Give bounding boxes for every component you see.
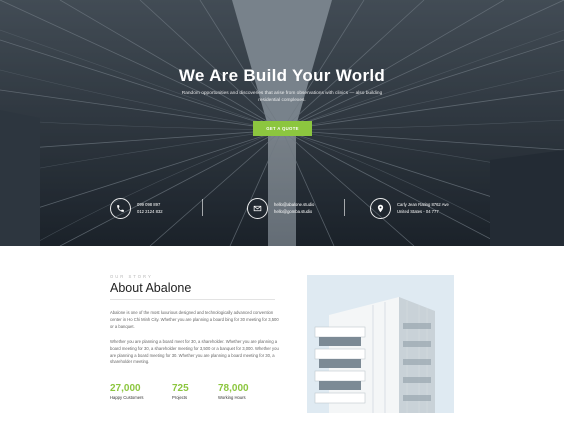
about-divider [110, 299, 275, 300]
get-a-quote-button[interactable]: GET A QUOTE [253, 121, 312, 136]
stat-value: 78,000 [218, 383, 249, 394]
contact-address-line-2: United States - 04 777 [397, 209, 439, 214]
stat-label: Working Hours [218, 395, 246, 400]
stat-label: Projects [172, 395, 188, 400]
about-paragraph-2: Whether you are planning a board meet fo… [110, 339, 279, 365]
stat-value: 27,000 [110, 383, 141, 394]
contact-email-line-2: hello@gomba.studio [274, 209, 313, 214]
stat-working-hours: 78,000 Working Hours [218, 383, 249, 400]
stat-happy-customers: 27,000 Happy Customers [110, 383, 144, 400]
contact-divider [344, 199, 345, 216]
contact-phone-line-1: 099 098 897 [137, 202, 161, 207]
hero-title: We Are Build Your World [178, 66, 386, 85]
contact-divider [202, 199, 203, 216]
contact-address-line-1: Carly Jean Rating 8762 Ave [397, 202, 449, 207]
contact-phone-line-2: 012 2124 832 [137, 209, 163, 214]
about-building-image [307, 275, 454, 413]
hero-subtitle: Random opportunities and discoveries tha… [181, 91, 383, 103]
mail-icon [247, 197, 268, 219]
contact-phone[interactable]: 099 098 897 012 2124 832 [110, 197, 163, 219]
about-title: About Abalone [110, 281, 192, 295]
contact-email-line-1: hello@abalone.studio [274, 202, 315, 207]
stat-value: 725 [172, 383, 189, 394]
about-kicker: OUR STORY [110, 274, 153, 279]
location-pin-icon [370, 197, 391, 219]
about-paragraph-1: Abalone is one of the most luxurious des… [110, 310, 279, 329]
phone-icon [110, 197, 131, 219]
stat-label: Happy Customers [110, 395, 144, 400]
contact-email[interactable]: hello@abalone.studio hello@gomba.studio [247, 197, 314, 219]
hero-section: We Are Build Your World Random opportuni… [0, 0, 564, 246]
stat-projects: 725 Projects [172, 383, 189, 400]
contact-address[interactable]: Carly Jean Rating 8762 Ave United States… [370, 197, 449, 219]
